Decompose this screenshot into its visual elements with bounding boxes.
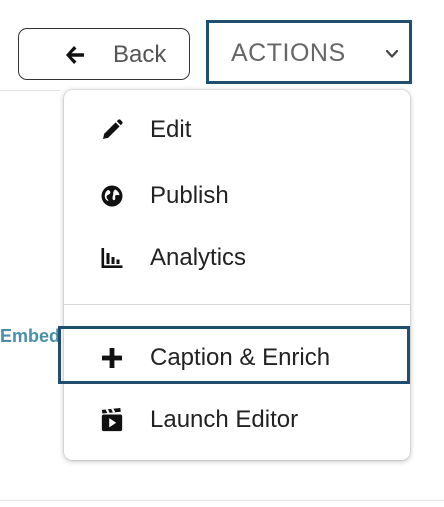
menu-item-analytics[interactable]: Analytics [64,230,410,286]
menu-item-label: Analytics [150,244,247,271]
actions-label: ACTIONS [231,39,346,67]
plus-icon [102,348,122,368]
bar-chart-icon [101,248,123,268]
menu-item-caption-enrich[interactable]: Caption & Enrich [64,330,410,386]
menu-item-label: Edit [150,116,192,143]
back-label: Back [113,41,167,68]
menu-item-label: Launch Editor [150,406,299,433]
menu-item-label: Publish [150,182,229,209]
arrow-left-icon [66,46,84,64]
menu-item-publish[interactable]: Publish [64,168,410,224]
globe-icon [101,185,123,207]
embed-tab[interactable]: Embed [0,326,60,347]
divider [0,500,444,501]
back-button[interactable]: Back [18,28,190,80]
clapperboard-icon [101,408,123,432]
menu-item-label: Caption & Enrich [150,344,331,371]
menu-item-launch-editor[interactable]: Launch Editor [64,392,410,448]
menu-divider [64,304,410,305]
menu-item-edit[interactable]: Edit [64,102,410,158]
divider [0,90,60,91]
actions-button[interactable]: ACTIONS [206,20,412,84]
page: Back ACTIONS Embed Edit Publish Analytic… [0,0,444,507]
actions-dropdown-menu: Edit Publish Analytics Caption & Enrich … [64,90,410,460]
pencil-icon [103,119,123,139]
chevron-down-icon [385,49,399,58]
